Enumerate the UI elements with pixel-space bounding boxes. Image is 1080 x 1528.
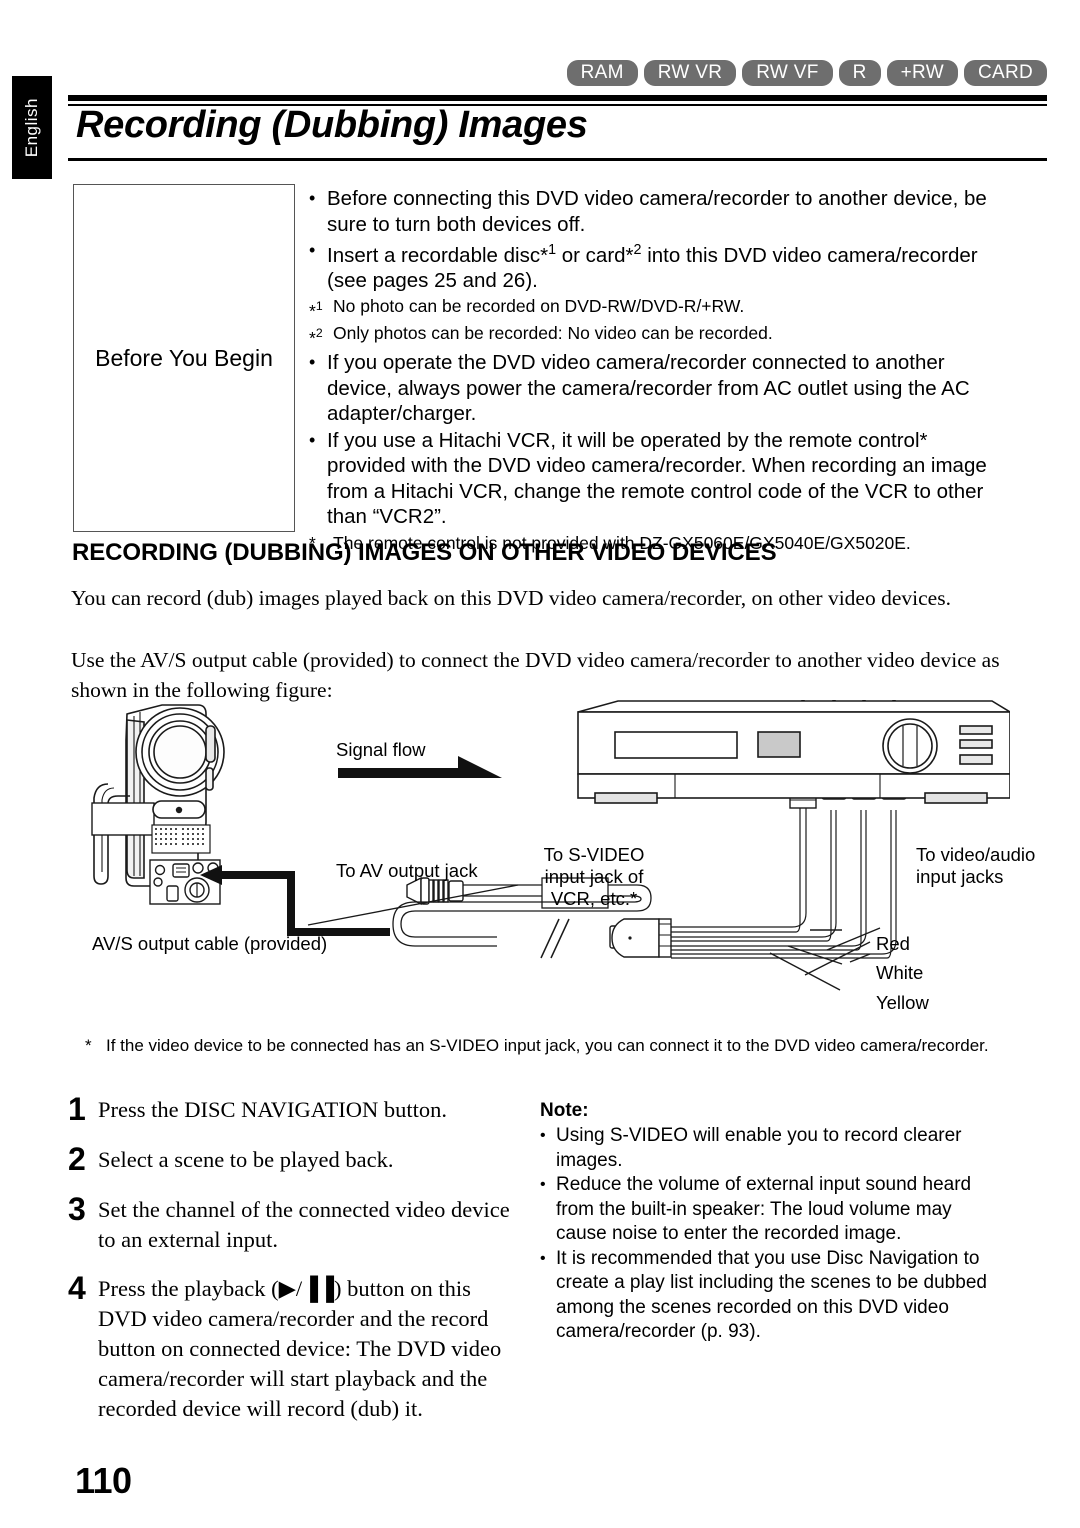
connection-diagram: Signal flow To AV output jack AV/S outpu… bbox=[70, 700, 1035, 1030]
before-you-begin-label: Before You Begin bbox=[95, 344, 273, 371]
av-cable-splitter bbox=[609, 918, 672, 958]
figure-footnote-mark: * bbox=[85, 1036, 92, 1055]
bullet-dot-icon: • bbox=[309, 240, 316, 260]
figure-footnote: * If the video device to be connected ha… bbox=[85, 1035, 1005, 1057]
to-video-audio-input-jacks-label: To video/audio input jacks bbox=[916, 844, 1035, 888]
to-video-audio-line-2: input jacks bbox=[916, 866, 1004, 887]
vcr-illustration bbox=[577, 700, 1010, 804]
cable-break-symbol bbox=[540, 918, 570, 959]
byb-bullet-3: • If you operate the DVD video camera/re… bbox=[309, 350, 999, 427]
language-tab: English bbox=[12, 76, 52, 179]
bullet-dot-icon: • bbox=[540, 1176, 546, 1193]
plug-color-leader-lines-2 bbox=[769, 945, 843, 991]
note-bullet-1-text: Using S-VIDEO will enable you to record … bbox=[556, 1125, 962, 1171]
camcorder-illustration bbox=[91, 704, 225, 887]
byb-footnote-2-mark: *2 bbox=[309, 325, 323, 348]
plug-label-red: Red bbox=[876, 933, 910, 954]
manual-page: English RAM RW VR RW VF R +RW CARD Recor… bbox=[0, 0, 1080, 1528]
step-4-text: Press the playback (▶/▐▐) button on this… bbox=[98, 1276, 502, 1421]
bullet-dot-icon: • bbox=[540, 1127, 546, 1144]
bullet-dot-icon: • bbox=[309, 188, 316, 208]
disc-type-badge-group: RAM RW VR RW VF R +RW CARD bbox=[566, 60, 1047, 86]
badge-card: CARD bbox=[963, 60, 1047, 86]
to-svideo-line-1: To S-VIDEO bbox=[543, 844, 645, 865]
badge-plus-rw: +RW bbox=[886, 60, 958, 86]
byb-bullet-2: • Insert a recordable disc*1 or card*2 i… bbox=[309, 238, 999, 294]
procedure-steps: 1 Press the DISC NAVIGATION button. 2 Se… bbox=[68, 1092, 523, 1440]
language-tab-label: English bbox=[22, 97, 41, 158]
page-number: 110 bbox=[75, 1460, 132, 1501]
page-title: Recording (Dubbing) Images bbox=[76, 104, 588, 146]
step-1-text: Press the DISC NAVIGATION button. bbox=[98, 1097, 447, 1122]
title-rule-top bbox=[68, 95, 1047, 101]
before-you-begin-box: Before You Begin bbox=[73, 184, 295, 532]
step-4-number: 4 bbox=[68, 1270, 86, 1306]
av-s-output-cable-label: AV/S output cable (provided) bbox=[92, 933, 328, 954]
byb-footnote-2-text: Only photos can be recorded: No video ca… bbox=[333, 322, 773, 343]
byb-bullet-1: • Before connecting this DVD video camer… bbox=[309, 186, 999, 237]
note-bullet-1: • Using S-VIDEO will enable you to recor… bbox=[540, 1124, 1002, 1173]
byb-footnote-1-mark: *1 bbox=[309, 298, 323, 321]
byb-bullet-2-text: Insert a recordable disc*1 or card*2 int… bbox=[327, 242, 978, 293]
body-paragraph-1: You can record (dub) images played back … bbox=[71, 586, 951, 610]
to-svideo-line-2: input jack of bbox=[544, 866, 644, 887]
note-title: Note: bbox=[540, 1100, 589, 1121]
title-rule-bottom bbox=[68, 158, 1047, 161]
note-panel: Note: • Using S-VIDEO will enable you to… bbox=[540, 1100, 1002, 1345]
plug-label-yellow: Yellow bbox=[876, 992, 929, 1013]
body-paragraph-2: Use the AV/S output cable (provided) to … bbox=[71, 648, 1000, 702]
camcorder-jack-panel bbox=[149, 859, 221, 905]
note-bullet-2-text: Reduce the volume of external input soun… bbox=[556, 1174, 972, 1244]
step-2-number: 2 bbox=[68, 1141, 86, 1177]
byb-footnote-1-text: No photo can be recorded on DVD-RW/DVD-R… bbox=[333, 295, 745, 316]
badge-rw-vr: RW VR bbox=[643, 60, 737, 86]
figure-footnote-text: If the video device to be connected has … bbox=[106, 1036, 989, 1055]
to-svideo-input-jack-label: To S-VIDEO input jack of VCR, etc.* bbox=[514, 844, 674, 910]
section-heading: RECORDING (DUBBING) IMAGES ON OTHER VIDE… bbox=[72, 539, 777, 566]
bullet-dot-icon: • bbox=[309, 429, 316, 450]
to-av-output-jack-label: To AV output jack bbox=[336, 860, 478, 881]
signal-flow-label: Signal flow bbox=[336, 739, 426, 760]
step-1-number: 1 bbox=[68, 1091, 86, 1127]
byb-bullet-1-text: Before connecting this DVD video camera/… bbox=[327, 187, 987, 236]
badge-rw-vf: RW VF bbox=[742, 60, 833, 86]
step-3-text: Set the channel of the connected video d… bbox=[98, 1197, 510, 1252]
note-bullet-3: • It is recommended that you use Disc Na… bbox=[540, 1247, 1002, 1345]
badge-ram: RAM bbox=[566, 60, 638, 86]
bullet-dot-icon: • bbox=[309, 352, 316, 373]
byb-bullet-4: • If you use a Hitachi VCR, it will be o… bbox=[309, 428, 999, 530]
step-3-number: 3 bbox=[68, 1191, 86, 1227]
plug-label-white: White bbox=[876, 962, 924, 983]
before-you-begin-content: • Before connecting this DVD video camer… bbox=[309, 186, 999, 554]
to-svideo-line-3: VCR, etc.* bbox=[550, 888, 638, 909]
step-3: 3 Set the channel of the connected video… bbox=[68, 1192, 523, 1255]
bullet-dot-icon: • bbox=[540, 1249, 546, 1267]
byb-footnote-2: *2 Only photos can be recorded: No video… bbox=[309, 322, 999, 349]
plug-color-leader-lines bbox=[804, 927, 881, 976]
byb-footnote-1: *1 No photo can be recorded on DVD-RW/DV… bbox=[309, 295, 999, 322]
step-2-text: Select a scene to be played back. bbox=[98, 1147, 394, 1172]
byb-bullet-3-text: If you operate the DVD video camera/reco… bbox=[327, 351, 970, 426]
note-bullet-3-text: It is recommended that you use Disc Navi… bbox=[556, 1247, 987, 1343]
step-2: 2 Select a scene to be played back. bbox=[68, 1142, 523, 1176]
step-4: 4 Press the playback (▶/▐▐) button on th… bbox=[68, 1271, 523, 1424]
note-bullet-2: • Reduce the volume of external input so… bbox=[540, 1173, 1002, 1247]
step-1: 1 Press the DISC NAVIGATION button. bbox=[68, 1092, 523, 1126]
to-video-audio-line-1: To video/audio bbox=[916, 844, 1036, 865]
badge-r: R bbox=[838, 60, 881, 86]
byb-bullet-4-text: If you use a Hitachi VCR, it will be ope… bbox=[327, 428, 987, 529]
